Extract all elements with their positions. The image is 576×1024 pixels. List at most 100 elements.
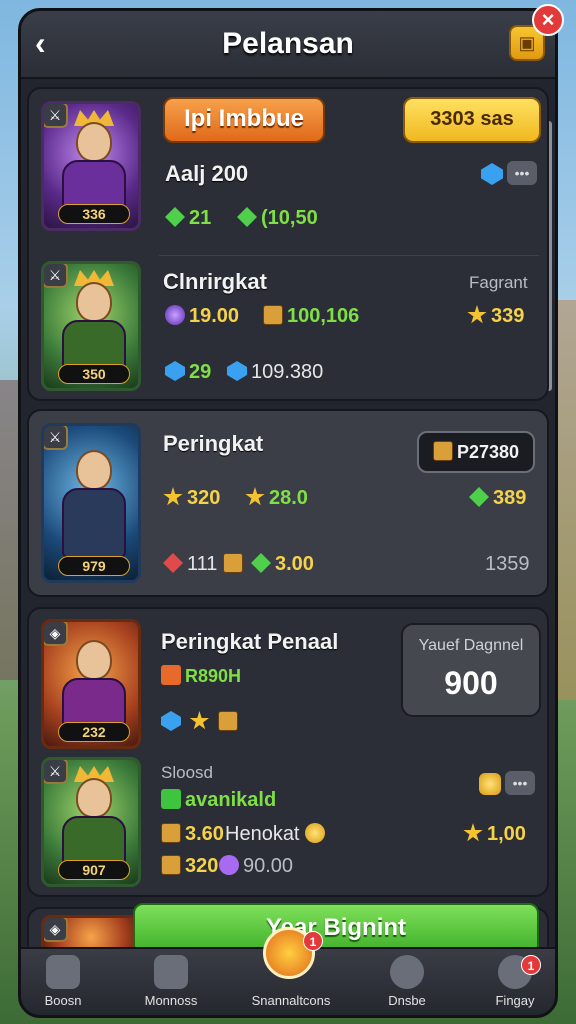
green-gem-icon bbox=[469, 487, 489, 507]
sword-icon: ⚔ bbox=[44, 104, 68, 128]
star-icon bbox=[463, 823, 483, 842]
more-icon[interactable]: ••• bbox=[505, 771, 535, 795]
orange-tag-icon bbox=[161, 665, 181, 685]
hero-level: 232 bbox=[58, 722, 130, 742]
hero-tag-1: R890H bbox=[161, 665, 241, 687]
nav-label: Snannaltcons bbox=[251, 993, 331, 1008]
hero-stat-14: 1,00 bbox=[463, 823, 526, 846]
purple-orb-icon bbox=[165, 305, 185, 325]
blue-gem-icon bbox=[165, 361, 185, 381]
nav-label: Boosn bbox=[44, 993, 82, 1008]
hero-head bbox=[76, 450, 112, 490]
notification-badge: 1 bbox=[521, 955, 541, 975]
sword-icon: ⚔ bbox=[44, 760, 68, 784]
coin-icon bbox=[479, 773, 501, 795]
hero-level: 979 bbox=[58, 556, 130, 576]
star-icon bbox=[245, 487, 265, 506]
hero-stat-16: 90.00 bbox=[219, 855, 293, 878]
hero-subname: Sloosd bbox=[161, 763, 213, 782]
hero-head bbox=[76, 122, 112, 162]
side-value-1: 389 bbox=[469, 487, 526, 510]
sword-icon: ⚔ bbox=[44, 264, 68, 288]
more-icon[interactable]: ••• bbox=[507, 161, 537, 185]
nav-label: Monnoss bbox=[144, 993, 198, 1008]
hero-stat-10 bbox=[223, 553, 247, 576]
hero-card-3[interactable]: ⚔ 979 Peringkat P27380 320 28.0 389 111 … bbox=[27, 409, 549, 597]
nav-item-monnoss[interactable]: Monnoss bbox=[121, 949, 221, 1015]
imbue-button[interactable]: Ipi Imbbue bbox=[163, 97, 325, 143]
hero-name-2: Clnrirgkat bbox=[163, 269, 267, 294]
swirl-icon bbox=[390, 955, 424, 989]
castle-icon bbox=[46, 955, 80, 989]
green-tag-icon bbox=[161, 789, 181, 809]
shield-icon: ◈ bbox=[44, 918, 68, 942]
hero-tag-2: avanikald bbox=[161, 789, 276, 812]
notification-badge: 1 bbox=[303, 931, 323, 951]
blue-gem-icon bbox=[481, 163, 503, 185]
hero-stat-5: 29 bbox=[165, 361, 211, 384]
hero-portrait-2[interactable]: ⚔ 350 bbox=[41, 261, 141, 391]
hero-stat-12: 3.60 bbox=[161, 823, 224, 846]
hero-head bbox=[76, 640, 112, 680]
shield-icon: ◈ bbox=[44, 622, 68, 646]
side-value: 339 bbox=[467, 305, 524, 328]
nav-item-fingay[interactable]: Fingay bbox=[465, 949, 555, 1015]
hero-stat-9: 111 bbox=[163, 553, 217, 576]
hero-portrait-4[interactable]: ◈ 232 bbox=[41, 619, 141, 749]
bottom-navbar: Boosn Monnoss Snannaltcons 1 Dnsbe Finga… bbox=[21, 927, 555, 1015]
hero-body bbox=[62, 488, 126, 558]
hero-stat-7: 320 bbox=[163, 487, 220, 510]
cost-button[interactable]: 3303 sas bbox=[403, 97, 541, 143]
hero-stat-6: 109.380 bbox=[227, 361, 323, 384]
nav-item-boosn[interactable]: Boosn bbox=[21, 949, 113, 1015]
star-icon bbox=[163, 487, 183, 506]
price-pill[interactable]: P27380 bbox=[417, 431, 535, 473]
side-value-2: 1359 bbox=[485, 553, 530, 575]
main-panel: ‹ Pelansan ▣ ⚔ 336 Ipi Imbbue 3303 sas A… bbox=[18, 8, 558, 1018]
nav-item-dnsbe[interactable]: Dnsbe bbox=[357, 949, 457, 1015]
hero-portrait-3[interactable]: ⚔ 979 bbox=[41, 423, 141, 583]
chest-icon bbox=[223, 553, 243, 573]
hero-stat-4: 100,106 bbox=[263, 305, 359, 328]
blue-gem-icon bbox=[161, 711, 181, 731]
hero-stat-2: (10,50 bbox=[237, 207, 318, 230]
blue-gem-icon bbox=[227, 361, 247, 381]
chest-icon bbox=[432, 441, 453, 461]
sword-icon: ⚔ bbox=[44, 426, 68, 450]
lock-icon bbox=[154, 955, 188, 989]
purple-gem-icon bbox=[219, 855, 239, 875]
chest-icon bbox=[161, 855, 181, 875]
price-label: Yauef Dagnnel bbox=[418, 637, 524, 654]
star-icon bbox=[189, 711, 210, 730]
chest-icon bbox=[161, 823, 181, 843]
hero-card-group-1: ⚔ 336 Ipi Imbbue 3303 sas Aalj 200 ••• 2… bbox=[27, 87, 549, 401]
hero-head bbox=[76, 778, 112, 818]
chest-icon bbox=[263, 305, 283, 325]
hero-name-1: Aalj 200 bbox=[165, 161, 249, 186]
hero-card-4: ◈ 232 Peringkat Penaal R890H Yauef Dagnn… bbox=[27, 607, 549, 897]
price-box[interactable]: Yauef Dagnnel 900 bbox=[401, 623, 541, 717]
page-title: Pelansan bbox=[222, 27, 354, 60]
green-gem-icon bbox=[237, 207, 257, 227]
hero-stat-11: 3.00 bbox=[251, 553, 314, 576]
star-icon bbox=[467, 305, 487, 324]
header: ‹ Pelansan ▣ bbox=[21, 11, 555, 79]
divider bbox=[159, 255, 539, 256]
close-icon[interactable]: × bbox=[532, 4, 564, 36]
hero-stat-3: 19.00 bbox=[165, 305, 239, 328]
green-gem-icon bbox=[165, 207, 185, 227]
nav-label: Dnsbe bbox=[388, 993, 426, 1008]
hero-stat-15: 320 bbox=[161, 855, 218, 878]
hero-portrait-5[interactable]: ⚔ 907 bbox=[41, 757, 141, 887]
hero-name-3: Peringkat bbox=[163, 431, 264, 456]
chest-icon bbox=[217, 711, 238, 731]
hero-head bbox=[76, 282, 112, 322]
hero-level: 336 bbox=[58, 204, 130, 224]
hero-portrait-1[interactable]: ⚔ 336 bbox=[41, 101, 141, 231]
price-value: 900 bbox=[444, 665, 498, 701]
green-gem-icon bbox=[251, 553, 271, 573]
hero-icons-row bbox=[161, 711, 242, 733]
hero-level: 350 bbox=[58, 364, 130, 384]
nav-label: Fingay bbox=[495, 993, 535, 1008]
hero-stat-8: 28.0 bbox=[245, 487, 308, 510]
